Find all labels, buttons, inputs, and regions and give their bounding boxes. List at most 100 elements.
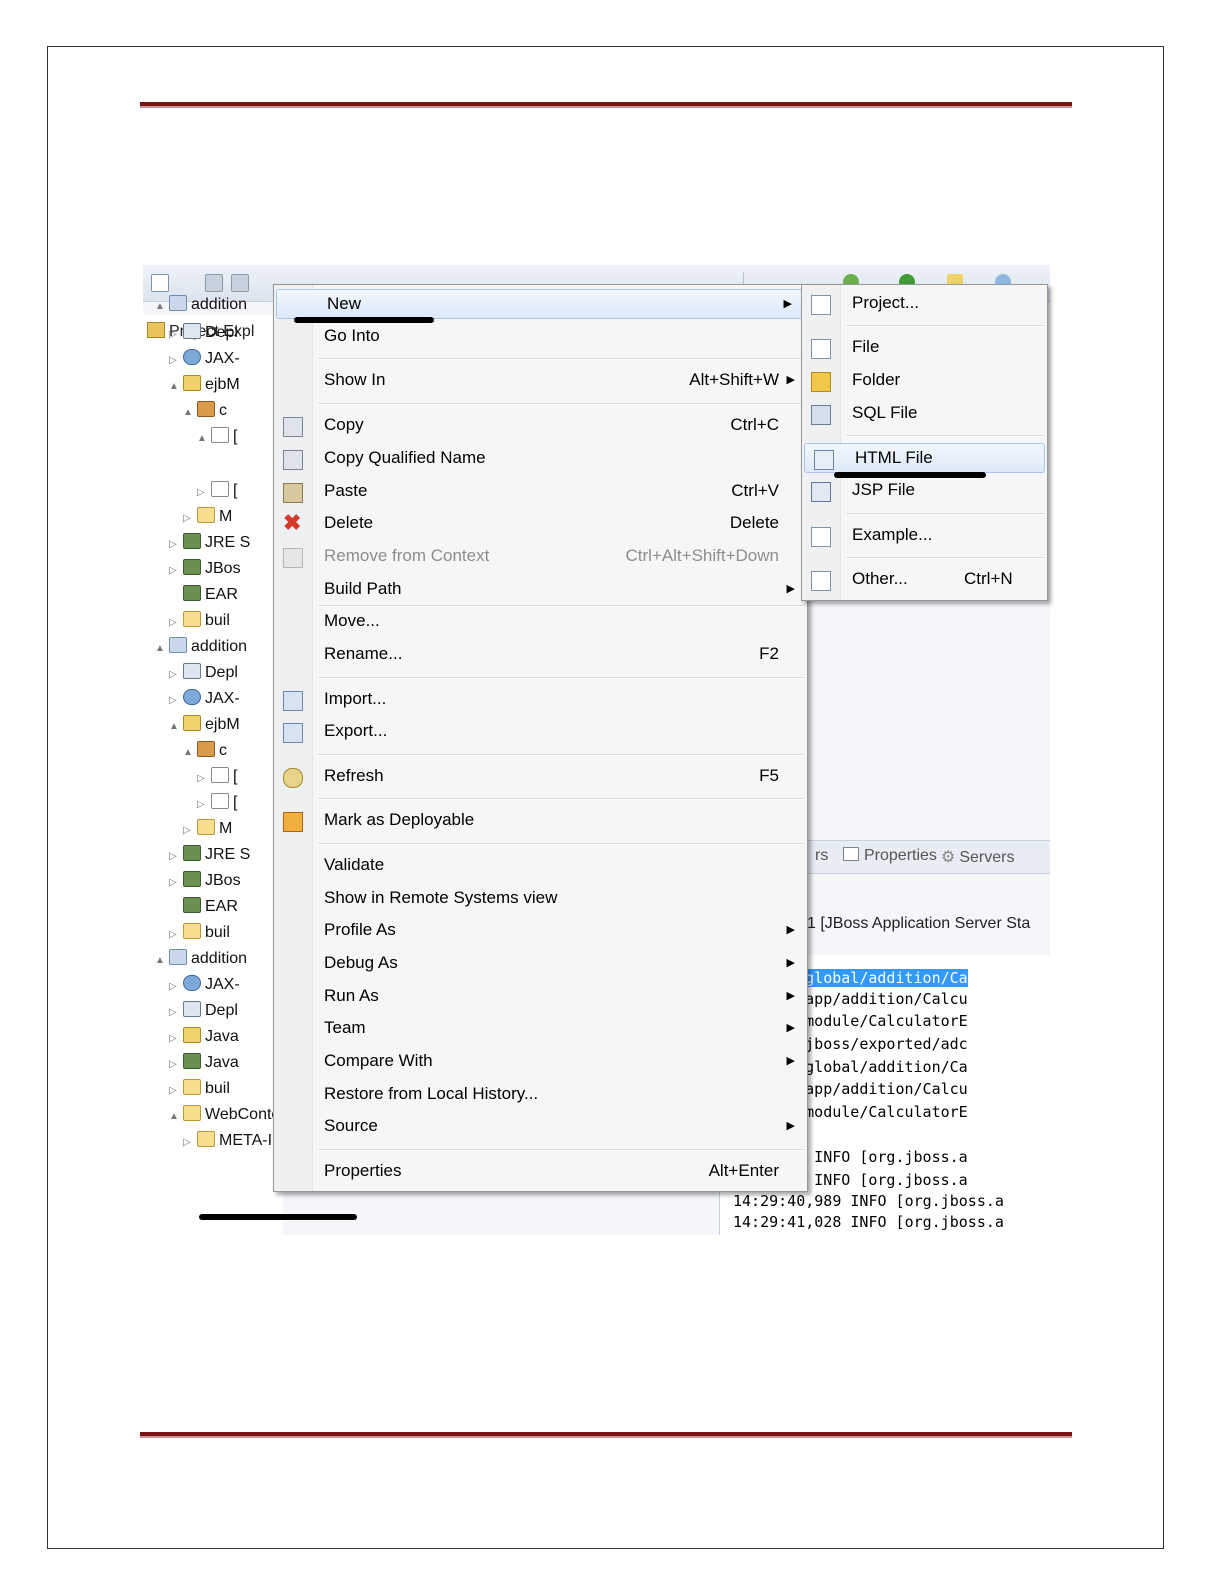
- new-wizard-icon[interactable]: [151, 274, 169, 292]
- menu-item-compare-with[interactable]: Compare With ▶: [274, 1047, 807, 1077]
- menu-item-copy-qualified-name[interactable]: Copy Qualified Name: [274, 444, 807, 474]
- collapse-triangle-icon[interactable]: ▷: [169, 348, 183, 374]
- tree-item[interactable]: ▷[: [197, 790, 237, 816]
- tree-item[interactable]: ▲ ejbM: [169, 712, 240, 738]
- tree-item[interactable]: ▲[: [197, 424, 237, 450]
- menu-item-team[interactable]: Team ▶: [274, 1014, 807, 1044]
- tree-item[interactable]: ▷ JBos: [169, 556, 241, 582]
- menu-item-copy[interactable]: Copy Ctrl+C: [274, 411, 807, 441]
- tree-item[interactable]: ▷ Java: [169, 1024, 239, 1050]
- menu-item-delete[interactable]: ✖ Delete Delete: [274, 509, 807, 539]
- menu-item-export[interactable]: Export...: [274, 717, 807, 747]
- collapse-triangle-icon[interactable]: ▷: [169, 662, 183, 688]
- submenu-item-sql-file[interactable]: SQL File: [802, 399, 1047, 429]
- menu-item-run-as[interactable]: Run As ▶: [274, 982, 807, 1012]
- collapse-triangle-icon[interactable]: ▷: [169, 974, 183, 1000]
- submenu-item-example[interactable]: Example...: [802, 521, 1047, 551]
- menu-item-remove-from-context[interactable]: Remove from Context Ctrl+Alt+Shift+Down: [274, 542, 807, 572]
- tree-item[interactable]: ▲ c: [183, 738, 227, 764]
- tree-item[interactable]: ▷ JAX-: [169, 686, 240, 712]
- tree-item[interactable]: EAR: [169, 894, 238, 920]
- tree-item[interactable]: ▲ addition: [155, 946, 247, 972]
- tree-item[interactable]: ▷ Java: [169, 1050, 239, 1076]
- tree-item[interactable]: ▲ addition: [155, 634, 247, 660]
- collapse-triangle-icon[interactable]: ▷: [169, 1026, 183, 1052]
- menu-item-properties[interactable]: Properties Alt+Enter: [274, 1157, 807, 1187]
- expand-triangle-icon[interactable]: ▲: [197, 426, 211, 452]
- submenu-item-project[interactable]: Project...: [802, 289, 1047, 319]
- menu-item-paste[interactable]: Paste Ctrl+V: [274, 477, 807, 507]
- collapse-triangle-icon[interactable]: ▷: [169, 558, 183, 584]
- tree-item[interactable]: ▲ addition: [155, 292, 247, 318]
- tree-item[interactable]: ▷ M: [183, 504, 232, 530]
- tree-item[interactable]: ▷ Depl: [169, 660, 238, 686]
- submenu-item-folder[interactable]: Folder: [802, 366, 1047, 396]
- tree-item[interactable]: ▷ JRE S: [169, 842, 250, 868]
- menu-item-profile-as[interactable]: Profile As ▶: [274, 916, 807, 946]
- menu-item-move[interactable]: Move...: [274, 607, 807, 637]
- collapse-triangle-icon[interactable]: ▷: [183, 1130, 197, 1156]
- collapse-triangle-icon[interactable]: ▷: [169, 532, 183, 558]
- expand-triangle-icon[interactable]: ▲: [169, 1104, 183, 1130]
- expand-triangle-icon[interactable]: ▲: [155, 948, 169, 974]
- tab-servers[interactable]: ⚙ Servers: [941, 847, 1014, 867]
- menu-item-go-into[interactable]: Go Into: [274, 322, 807, 352]
- save-icon[interactable]: [205, 274, 223, 292]
- submenu-item-other[interactable]: Other... Ctrl+N: [802, 565, 1047, 595]
- console-tab-clipped[interactable]: rs: [815, 847, 828, 865]
- collapse-triangle-icon[interactable]: ▷: [169, 322, 183, 348]
- menu-item-rename[interactable]: Rename... F2: [274, 640, 807, 670]
- menu-item-show-in-remote-systems-view[interactable]: Show in Remote Systems view: [274, 884, 807, 914]
- menu-item-debug-as[interactable]: Debug As ▶: [274, 949, 807, 979]
- tree-item[interactable]: EAR: [169, 582, 238, 608]
- tree-item[interactable]: ▷ Depl: [169, 320, 238, 346]
- tree-item[interactable]: ▷ buil: [169, 920, 230, 946]
- menu-item-new[interactable]: New ▶: [276, 289, 805, 319]
- tree-item[interactable]: ▷ buil: [169, 1076, 230, 1102]
- collapse-triangle-icon[interactable]: ▷: [183, 506, 197, 532]
- collapse-triangle-icon[interactable]: ▷: [169, 1000, 183, 1026]
- expand-triangle-icon[interactable]: ▲: [155, 636, 169, 662]
- tree-item[interactable]: ▷ Depl: [169, 998, 238, 1024]
- tree-item[interactable]: ▲ ejbM: [169, 372, 240, 398]
- submenu-item-file[interactable]: File: [802, 333, 1047, 363]
- collapse-triangle-icon[interactable]: ▷: [197, 792, 211, 818]
- tree-item[interactable]: ▷ JBos: [169, 868, 241, 894]
- menu-item-validate[interactable]: Validate: [274, 851, 807, 881]
- menu-item-build-path[interactable]: Build Path ▶: [274, 575, 807, 605]
- menu-item-source[interactable]: Source ▶: [274, 1112, 807, 1142]
- collapse-triangle-icon[interactable]: ▷: [197, 766, 211, 792]
- expand-triangle-icon[interactable]: ▲: [183, 740, 197, 766]
- submenu-item-jsp-file[interactable]: JSP File: [802, 476, 1047, 506]
- tree-item[interactable]: ▷ JRE S: [169, 530, 250, 556]
- collapse-triangle-icon[interactable]: ▷: [183, 818, 197, 844]
- collapse-triangle-icon[interactable]: ▷: [169, 1078, 183, 1104]
- collapse-triangle-icon[interactable]: ▷: [169, 688, 183, 714]
- save-all-icon[interactable]: [231, 274, 249, 292]
- collapse-triangle-icon[interactable]: ▷: [197, 480, 211, 506]
- collapse-triangle-icon[interactable]: ▷: [169, 922, 183, 948]
- tree-item[interactable]: ▷ buil: [169, 608, 230, 634]
- submenu-item-html-file[interactable]: HTML File: [804, 443, 1045, 473]
- tree-item[interactable]: ▷ JAX-: [169, 972, 240, 998]
- collapse-triangle-icon[interactable]: ▷: [169, 610, 183, 636]
- collapse-triangle-icon[interactable]: ▷: [169, 1052, 183, 1078]
- tree-item[interactable]: ▷[: [197, 764, 237, 790]
- collapse-triangle-icon[interactable]: ▷: [169, 870, 183, 896]
- tree-item[interactable]: ▲ c: [183, 398, 227, 424]
- expand-triangle-icon[interactable]: ▲: [169, 714, 183, 740]
- menu-item-import[interactable]: Import...: [274, 685, 807, 715]
- tree-item[interactable]: ▷ JAX-: [169, 346, 240, 372]
- tree-item[interactable]: ▷ M: [183, 816, 232, 842]
- expand-triangle-icon[interactable]: ▲: [169, 374, 183, 400]
- tab-properties[interactable]: Properties: [843, 847, 937, 865]
- menu-item-refresh[interactable]: Refresh F5: [274, 762, 807, 792]
- tree-item-label: [: [233, 482, 238, 499]
- expand-triangle-icon[interactable]: ▲: [183, 400, 197, 426]
- menu-item-restore-from-local-history[interactable]: Restore from Local History...: [274, 1080, 807, 1110]
- tree-item[interactable]: ▷[: [197, 478, 237, 504]
- collapse-triangle-icon[interactable]: ▷: [169, 844, 183, 870]
- menu-item-mark-as-deployable[interactable]: Mark as Deployable: [274, 806, 807, 836]
- expand-triangle-icon[interactable]: ▲: [155, 294, 169, 320]
- menu-item-show-in[interactable]: Show In Alt+Shift+W ▶: [274, 366, 807, 396]
